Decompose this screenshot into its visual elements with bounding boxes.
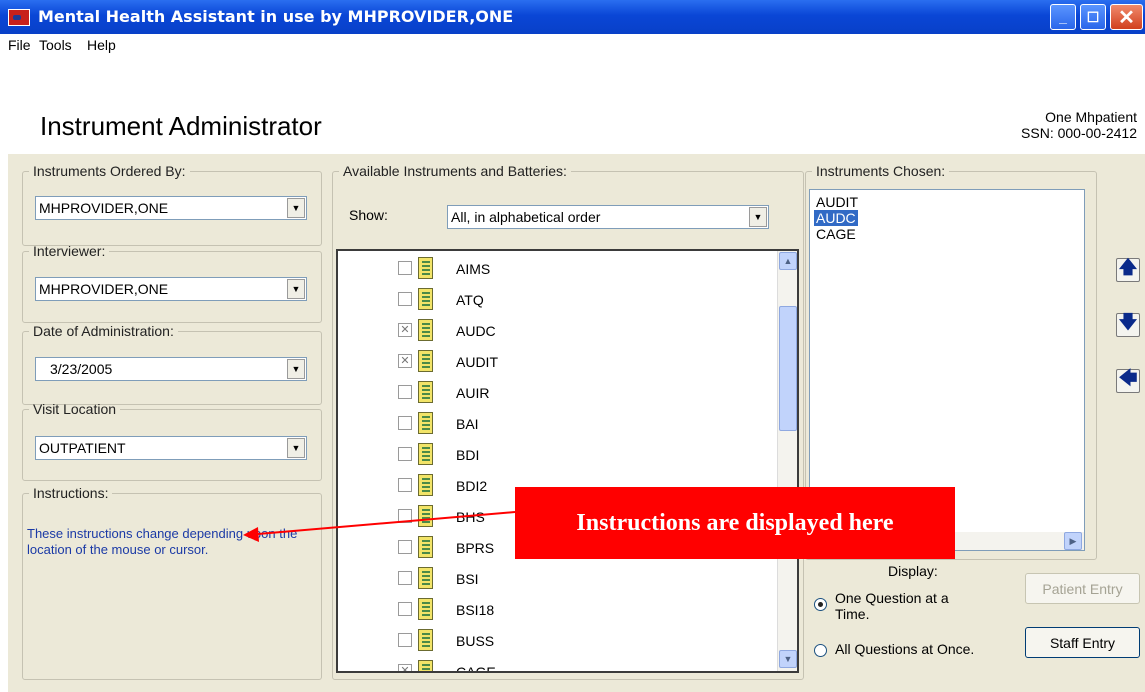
- annotation-callout: Instructions are displayed here: [515, 487, 955, 559]
- annotation-arrow: [243, 511, 516, 542]
